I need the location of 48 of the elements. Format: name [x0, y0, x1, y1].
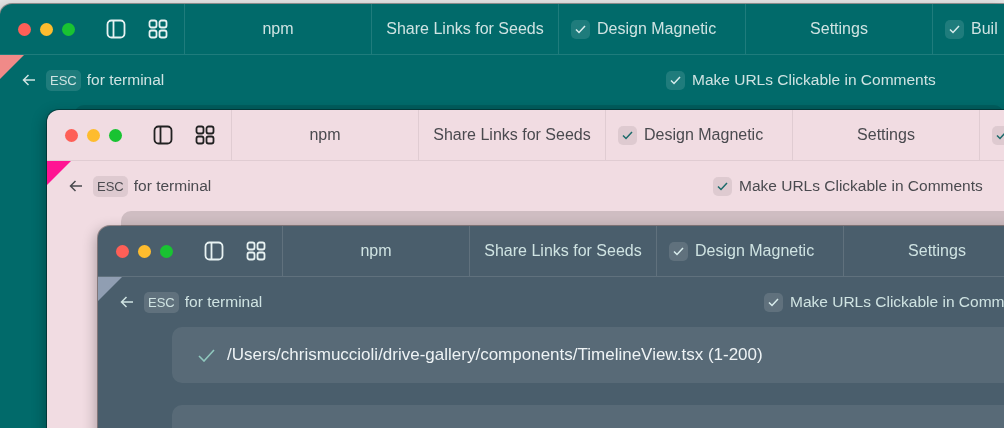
tab[interactable]: Buil: [971, 20, 998, 38]
zoom-button[interactable]: [160, 244, 173, 258]
check-icon: [622, 130, 633, 140]
checkbox[interactable]: [764, 292, 783, 312]
check-icon: [575, 24, 586, 34]
checkbox[interactable]: [618, 125, 637, 145]
key-hint: ESC: [144, 291, 179, 313]
minimize-button[interactable]: [138, 244, 151, 258]
checkbox[interactable]: [669, 241, 688, 261]
hint-text: for terminal: [133, 177, 212, 195]
tab[interactable]: Design Magnetic: [644, 126, 764, 144]
hint-text: for terminal: [86, 71, 165, 89]
tab[interactable]: npm: [282, 226, 469, 276]
check-icon: [717, 181, 728, 191]
checkbox[interactable]: [571, 19, 590, 39]
check-icon: [949, 24, 960, 34]
tab[interactable]: Share Links for Seeds: [469, 226, 656, 276]
tab[interactable]: Settings: [745, 4, 932, 54]
checkbox[interactable]: [666, 70, 685, 90]
check-icon: [673, 246, 684, 256]
sidebar-icon[interactable]: [153, 125, 173, 145]
back-arrow-icon[interactable]: [69, 180, 83, 192]
grid-icon[interactable]: [195, 125, 215, 145]
file-path: /Users/chrismuccioli/drive-gallery/components/TimelineView.tsx (1-200): [227, 345, 763, 365]
zoom-button[interactable]: [62, 22, 75, 36]
checkbox-label: Make URLs Clickable in Comm: [790, 293, 1004, 311]
grid-icon[interactable]: [148, 19, 168, 39]
checkbox[interactable]: [713, 176, 732, 196]
check-icon: [670, 75, 681, 85]
check-icon: [198, 348, 215, 362]
checkbox-label: Make URLs Clickable in Comments: [739, 177, 983, 195]
grid-icon[interactable]: [246, 241, 266, 261]
checkbox[interactable]: [945, 19, 964, 39]
minimize-button[interactable]: [40, 22, 53, 36]
check-icon: [768, 297, 779, 307]
tab[interactable]: Share Links for Seeds: [371, 4, 558, 54]
tab[interactable]: npm: [231, 110, 418, 160]
key-hint: ESC: [93, 175, 128, 197]
tab[interactable]: Design Magnetic: [695, 242, 815, 260]
tab[interactable]: Share Links for Seeds: [418, 110, 605, 160]
tab[interactable]: Design Magnetic: [597, 20, 717, 38]
hint-text: for terminal: [184, 293, 263, 311]
close-button[interactable]: [65, 128, 78, 142]
checkbox-label: Make URLs Clickable in Comments: [692, 71, 936, 89]
tab[interactable]: Settings: [792, 110, 979, 160]
key-hint: ESC: [46, 69, 81, 91]
tab[interactable]: npm: [184, 4, 371, 54]
tab[interactable]: Settings: [843, 226, 1004, 276]
